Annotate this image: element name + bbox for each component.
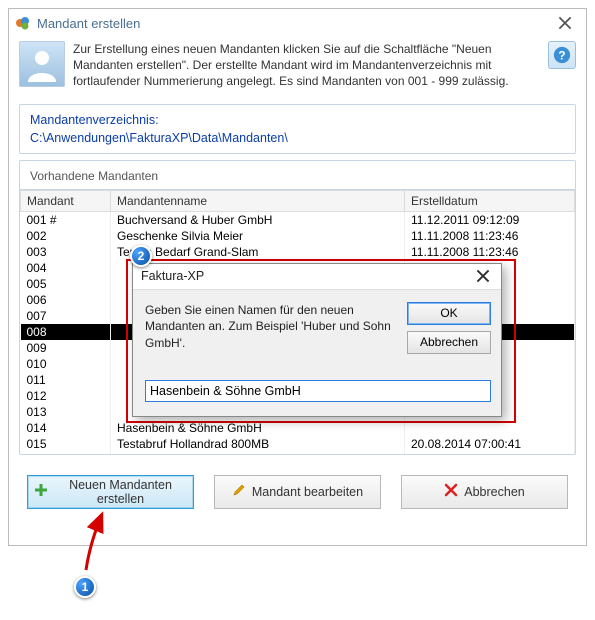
table-cell-id: 015: [21, 436, 111, 452]
cancel-icon: [444, 483, 458, 500]
dialog-title: Faktura-XP: [141, 269, 469, 283]
annotation-step-2: 2: [130, 245, 152, 267]
dialog-close-button[interactable]: [469, 266, 497, 286]
directory-group: Mandantenverzeichnis: C:\Anwendungen\Fak…: [19, 104, 576, 154]
table-row[interactable]: 016Sander & Meier GmbH05.09.2014 07:25:4…: [21, 452, 575, 454]
table-row[interactable]: 002Geschenke Silvia Meier11.11.2008 11:2…: [21, 228, 575, 244]
table-cell-id: 002: [21, 228, 111, 244]
list-title: Vorhandene Mandanten: [20, 161, 575, 190]
table-cell-id: 010: [21, 356, 111, 372]
table-cell-id: 008: [21, 324, 111, 340]
dialog-name-input[interactable]: [145, 380, 491, 402]
table-cell-id: 014: [21, 420, 111, 436]
dialog-cancel-button[interactable]: Abbrechen: [407, 331, 491, 354]
table-row[interactable]: 014Hasenbein & Söhne GmbH: [21, 420, 575, 436]
table-cell-name: Testabruf Hollandrad 800MB: [111, 436, 405, 452]
table-cell-id: 016: [21, 452, 111, 454]
table-cell-id: 005: [21, 276, 111, 292]
table-cell-id: 003: [21, 244, 111, 260]
titlebar: Mandant erstellen: [9, 9, 586, 37]
name-prompt-dialog: Faktura-XP Geben Sie einen Namen für den…: [132, 263, 502, 417]
dialog-titlebar: Faktura-XP: [133, 264, 501, 290]
table-cell-date: 11.11.2008 11:23:46: [405, 244, 575, 260]
annotation-step-1: 1: [74, 576, 96, 598]
table-cell-date: 20.08.2014 07:00:41: [405, 436, 575, 452]
table-cell-name: Sander & Meier GmbH: [111, 452, 405, 454]
table-cell-date: 11.11.2008 11:23:46: [405, 228, 575, 244]
table-cell-id: 004: [21, 260, 111, 276]
edit-mandant-label: Mandant bearbeiten: [252, 485, 363, 499]
table-cell-id: 007: [21, 308, 111, 324]
info-text: Zur Erstellung eines neuen Mandanten kli…: [73, 41, 540, 90]
col-header-date[interactable]: Erstelldatum: [405, 190, 575, 211]
window-close-button[interactable]: [550, 13, 580, 33]
table-cell-id: 011: [21, 372, 111, 388]
table-cell-id: 006: [21, 292, 111, 308]
edit-mandant-button[interactable]: Mandant bearbeiten: [214, 475, 381, 509]
table-cell-name: Buchversand & Huber GmbH: [111, 211, 405, 228]
button-row: Neuen Mandanten erstellen Mandant bearbe…: [9, 461, 586, 509]
cancel-button[interactable]: Abbrechen: [401, 475, 568, 509]
mandanten-list-group: Vorhandene Mandanten Mandant Mandantenna…: [19, 160, 576, 455]
directory-label: Mandantenverzeichnis:: [30, 113, 565, 127]
dialog-message: Geben Sie einen Namen für den neuen Mand…: [145, 302, 397, 352]
create-mandant-label: Neuen Mandanten erstellen: [54, 478, 187, 506]
table-cell-name: Geschenke Silvia Meier: [111, 228, 405, 244]
directory-path: C:\Anwendungen\FakturaXP\Data\Mandanten\: [30, 131, 565, 145]
table-cell-id: 012: [21, 388, 111, 404]
col-header-name[interactable]: Mandantenname: [111, 190, 405, 211]
cancel-label: Abbrechen: [464, 485, 524, 499]
main-window: Mandant erstellen Zur Erstellung eines n…: [8, 8, 587, 546]
info-row: Zur Erstellung eines neuen Mandanten kli…: [9, 37, 586, 98]
pencil-icon: [232, 483, 246, 500]
table-cell-id: 013: [21, 404, 111, 420]
help-button[interactable]: ?: [548, 41, 576, 69]
create-mandant-button[interactable]: Neuen Mandanten erstellen: [27, 475, 194, 509]
table-row[interactable]: 001 #Buchversand & Huber GmbH11.12.2011 …: [21, 211, 575, 228]
table-cell-date: 05.09.2014 07:25:41: [405, 452, 575, 454]
col-header-id[interactable]: Mandant: [21, 190, 111, 211]
window-title: Mandant erstellen: [37, 16, 550, 31]
app-icon: [15, 15, 31, 31]
svg-text:?: ?: [558, 50, 565, 63]
plus-icon: [34, 483, 48, 500]
table-row[interactable]: 003Tennis Bedarf Grand-Slam11.11.2008 11…: [21, 244, 575, 260]
table-cell-date: [405, 420, 575, 436]
table-cell-date: 11.12.2011 09:12:09: [405, 211, 575, 228]
table-cell-name: Tennis Bedarf Grand-Slam: [111, 244, 405, 260]
dialog-ok-button[interactable]: OK: [407, 302, 491, 325]
table-cell-id: 009: [21, 340, 111, 356]
avatar-icon: [19, 41, 65, 87]
table-cell-name: Hasenbein & Söhne GmbH: [111, 420, 405, 436]
table-row[interactable]: 015Testabruf Hollandrad 800MB20.08.2014 …: [21, 436, 575, 452]
table-cell-id: 001 #: [21, 211, 111, 228]
